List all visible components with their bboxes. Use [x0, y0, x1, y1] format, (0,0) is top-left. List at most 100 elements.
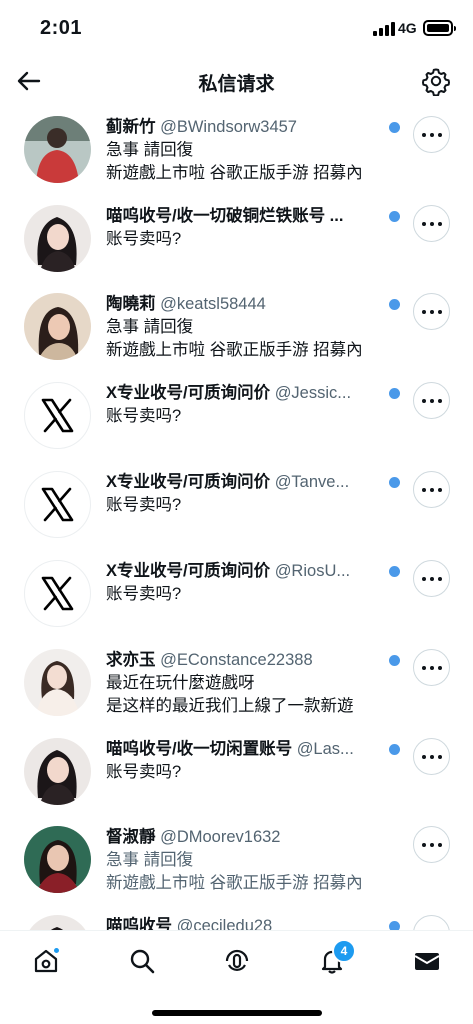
message-preview-line: 账号卖吗?: [106, 407, 182, 425]
message-preview-line: 新遊戲上市啦 谷歌正版手游 招募內: [106, 164, 363, 182]
sender-handle: @Las...: [296, 740, 354, 758]
request-row[interactable]: 蓟新竹 @BWindsorw3457 急事 請回復 新遊戲上市啦 谷歌正版手游 …: [0, 112, 473, 201]
spaces-icon: [225, 949, 249, 971]
request-row[interactable]: 喵呜收号 @ceciledu28: [0, 911, 473, 930]
tab-spaces[interactable]: [217, 941, 257, 981]
message-preview-line: 账号卖吗?: [106, 230, 182, 248]
battery-icon: [423, 20, 456, 36]
tab-search[interactable]: [122, 941, 162, 981]
sender-name: 督淑靜: [106, 828, 156, 846]
more-options-button[interactable]: [413, 382, 450, 419]
x-logo-icon: [41, 576, 74, 611]
message-preview-line: 新遊戲上市啦 谷歌正版手游 招募內: [106, 341, 363, 359]
unread-indicator: [389, 299, 400, 310]
message-preview-line: 账号卖吗?: [106, 496, 182, 514]
more-icon: [422, 577, 442, 581]
message-preview-line: 急事 請回復: [106, 141, 194, 159]
envelope-icon: [414, 953, 440, 970]
search-icon: [130, 949, 155, 974]
more-icon: [422, 222, 442, 226]
more-icon: [422, 310, 442, 314]
more-icon: [422, 843, 442, 847]
home-new-indicator: [53, 947, 60, 954]
message-preview-line: 急事 請回復: [106, 851, 194, 869]
avatar[interactable]: [24, 649, 91, 716]
sender-name: 喵呜收号/收一切破铜烂铁账号 ...: [106, 207, 344, 225]
status-bar: 2:01 4G: [0, 0, 473, 56]
message-preview-line: 最近在玩什麼遊戲呀: [106, 674, 255, 692]
request-row[interactable]: 督淑靜 @DMoorev1632 急事 請回復 新遊戲上市啦 谷歌正版手游 招募…: [0, 822, 473, 911]
home-indicator: [152, 1010, 322, 1016]
more-icon: [422, 488, 442, 492]
x-logo-avatar[interactable]: [24, 382, 91, 449]
more-options-button[interactable]: [413, 738, 450, 775]
sender-name: X专业收号/可质询问价: [106, 473, 271, 491]
avatar[interactable]: [24, 738, 91, 805]
unread-indicator: [389, 122, 400, 133]
sender-name: 喵呜收号/收一切闲置账号: [106, 740, 293, 758]
more-icon: [422, 133, 442, 137]
sender-handle: @DMoorev1632: [160, 828, 281, 846]
avatar[interactable]: [24, 116, 91, 183]
header: 私信请求: [0, 56, 473, 106]
sender-name: X专业收号/可质询问价: [106, 562, 271, 580]
more-options-button[interactable]: [413, 826, 450, 863]
x-logo-icon: [41, 398, 74, 433]
message-request-list: 蓟新竹 @BWindsorw3457 急事 請回復 新遊戲上市啦 谷歌正版手游 …: [0, 108, 473, 930]
more-options-button[interactable]: [413, 915, 450, 930]
notification-count-badge: 4: [332, 939, 356, 963]
tab-home[interactable]: [26, 941, 66, 981]
more-options-button[interactable]: [413, 471, 450, 508]
sender-name: X专业收号/可质询问价: [106, 384, 271, 402]
sender-handle: @Jessic...: [274, 384, 352, 402]
request-row[interactable]: X专业收号/可质询问价 @Tanve... 账号卖吗?: [0, 467, 473, 556]
message-preview-line: 账号卖吗?: [106, 585, 182, 603]
gear-icon[interactable]: [421, 66, 451, 97]
page-title: 私信请求: [198, 74, 275, 95]
avatar[interactable]: [24, 205, 91, 272]
more-icon: [422, 666, 442, 670]
more-options-button[interactable]: [413, 293, 450, 330]
sender-handle: @keatsl58444: [160, 295, 266, 313]
unread-indicator: [389, 744, 400, 755]
request-row[interactable]: X专业收号/可质询问价 @RiosU... 账号卖吗?: [0, 556, 473, 645]
request-row[interactable]: 喵呜收号/收一切破铜烂铁账号 ... 账号卖吗?: [0, 201, 473, 290]
unread-indicator: [389, 566, 400, 577]
unread-indicator: [389, 921, 400, 930]
more-icon: [422, 755, 442, 759]
unread-indicator: [389, 211, 400, 222]
avatar[interactable]: [24, 293, 91, 360]
tab-messages[interactable]: [407, 941, 447, 981]
sender-name: 蓟新竹: [106, 118, 156, 136]
sender-name: 喵呜收号: [106, 917, 172, 930]
network-type: 4G: [398, 20, 417, 36]
sender-name: 陶曉莉: [106, 295, 156, 313]
request-row[interactable]: 求亦玉 @EConstance22388 最近在玩什麼遊戲呀 是这样的最近我们上…: [0, 645, 473, 734]
message-preview-line: 新遊戲上市啦 谷歌正版手游 招募內: [106, 874, 363, 892]
more-options-button[interactable]: [413, 649, 450, 686]
unread-indicator: [389, 477, 400, 488]
status-time: 2:01: [40, 17, 83, 39]
x-logo-avatar[interactable]: [24, 471, 91, 538]
avatar[interactable]: [24, 915, 91, 930]
more-icon: [422, 399, 442, 403]
sender-handle: @RiosU...: [274, 562, 351, 580]
request-row[interactable]: 喵呜收号/收一切闲置账号 @Las... 账号卖吗?: [0, 734, 473, 823]
request-row[interactable]: X专业收号/可质询问价 @Jessic... 账号卖吗?: [0, 378, 473, 467]
more-options-button[interactable]: [413, 205, 450, 242]
sender-handle: @Tanve...: [274, 473, 350, 491]
message-preview-line: 急事 請回復: [106, 318, 194, 336]
avatar[interactable]: [24, 826, 91, 893]
unread-indicator: [389, 655, 400, 666]
sender-handle: @EConstance22388: [160, 651, 313, 669]
unread-indicator: [389, 388, 400, 399]
sender-handle: @ceciledu28: [176, 917, 273, 930]
request-row[interactable]: 陶曉莉 @keatsl58444 急事 請回復 新遊戲上市啦 谷歌正版手游 招募…: [0, 289, 473, 378]
more-options-button[interactable]: [413, 560, 450, 597]
tab-notifications[interactable]: 4: [312, 939, 356, 981]
more-options-button[interactable]: [413, 116, 450, 153]
x-logo-icon: [41, 487, 74, 522]
x-logo-avatar[interactable]: [24, 560, 91, 627]
signal-icon: [373, 22, 395, 36]
message-preview-line: 账号卖吗?: [106, 763, 182, 781]
